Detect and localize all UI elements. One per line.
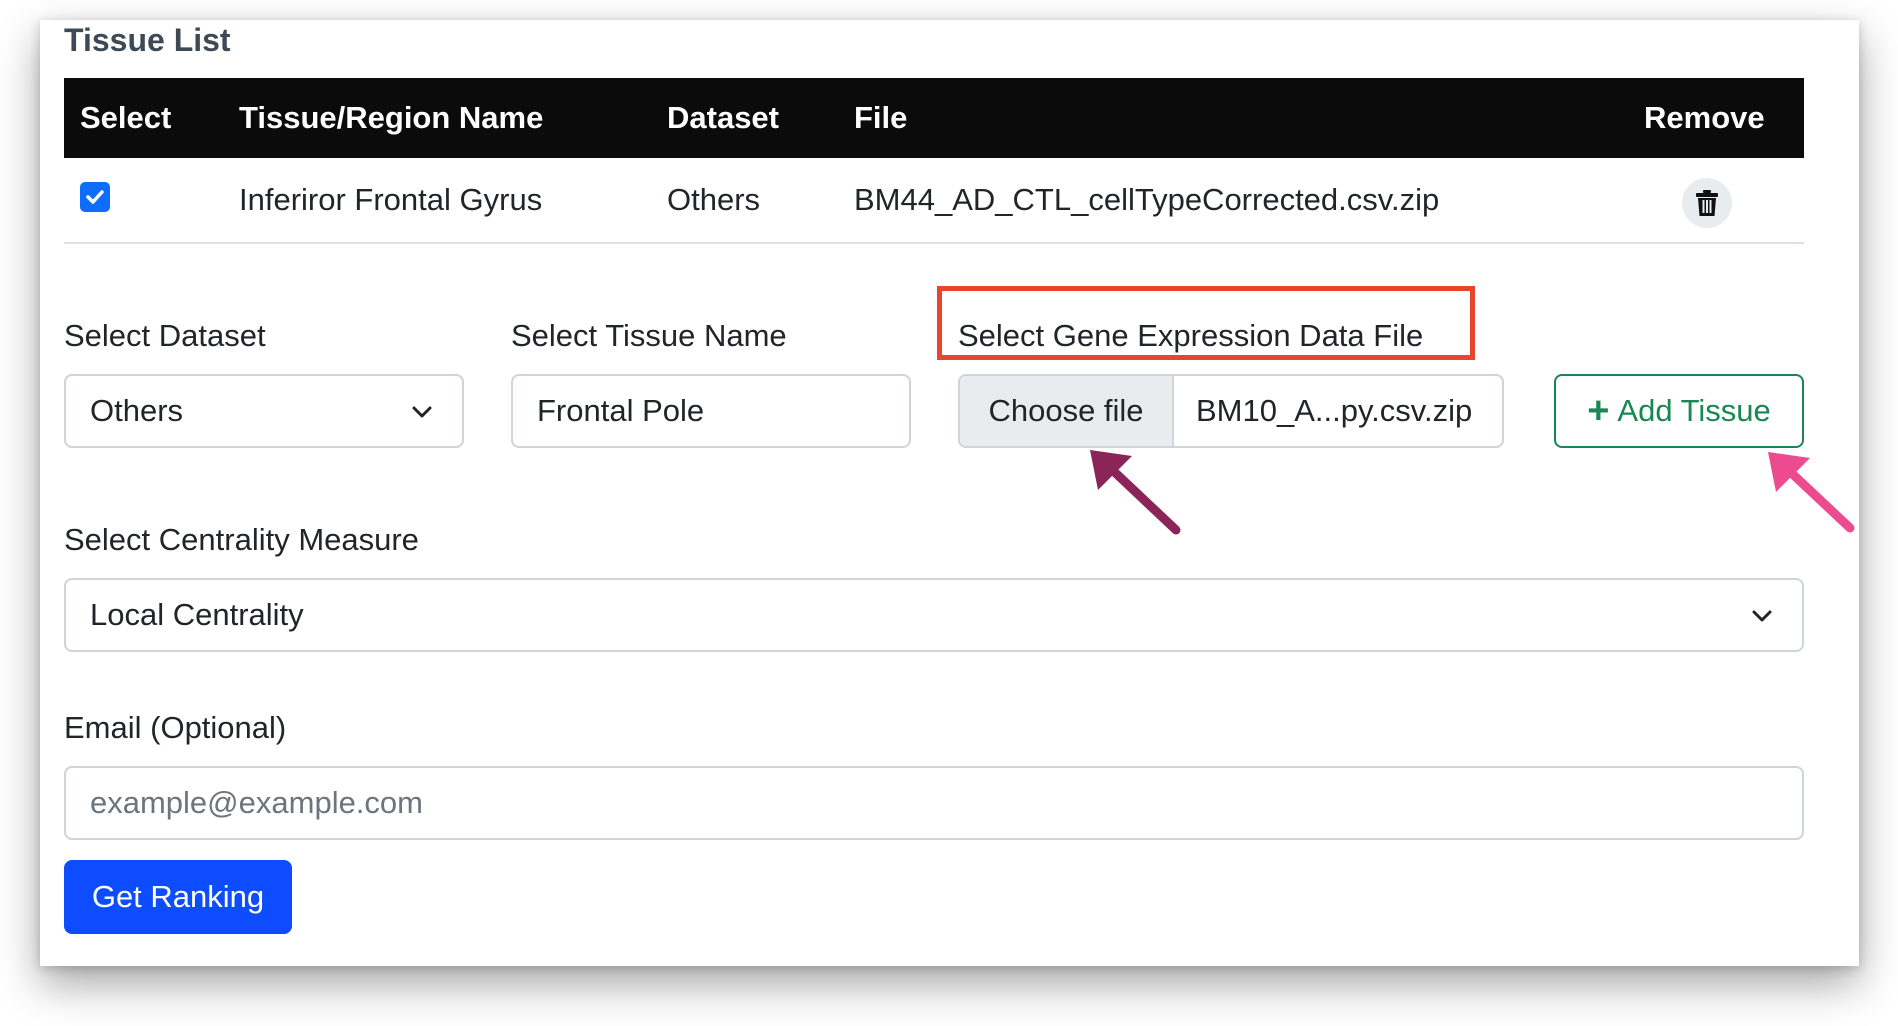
header-remove: Remove: [1644, 100, 1765, 135]
header-file: File: [854, 100, 908, 135]
header-select: Select: [80, 100, 172, 135]
table-header: Select Tissue/Region Name Dataset File R…: [64, 78, 1804, 158]
tissue-name-input[interactable]: Frontal Pole: [511, 374, 911, 448]
centrality-select-value: Local Centrality: [90, 597, 304, 632]
header-dataset: Dataset: [667, 100, 779, 135]
tissue-name-label: Select Tissue Name: [511, 318, 787, 353]
centrality-select[interactable]: Local Centrality: [64, 578, 1804, 652]
gene-expression-file-input[interactable]: Choose file BM10_A...py.csv.zip: [958, 374, 1504, 448]
centrality-label: Select Centrality Measure: [64, 522, 419, 557]
choose-file-button[interactable]: Choose file: [960, 376, 1174, 446]
add-tissue-button[interactable]: + Add Tissue: [1554, 374, 1804, 448]
arrow-annotation-dark: [1090, 450, 1181, 535]
table-row: Inferiror Frontal Gyrus Others BM44_AD_C…: [64, 158, 1804, 244]
email-field[interactable]: example@example.com: [64, 766, 1804, 840]
add-tissue-label: Add Tissue: [1617, 393, 1771, 428]
dataset-label: Select Dataset: [64, 318, 266, 353]
header-tissue-name: Tissue/Region Name: [239, 100, 544, 135]
remove-row-button[interactable]: [1682, 178, 1732, 228]
app-window: Tissue List Select Tissue/Region Name Da…: [40, 20, 1859, 966]
section-title: Tissue List: [64, 22, 231, 58]
arrow-annotation-pink: [1768, 452, 1855, 533]
trash-icon: [1696, 190, 1718, 216]
row-tissue-name: Inferiror Frontal Gyrus: [239, 182, 543, 217]
dataset-select-value: Others: [90, 393, 184, 428]
chevron-down-icon: [412, 406, 432, 418]
row-dataset: Others: [667, 182, 761, 217]
selected-file-name: BM10_A...py.csv.zip: [1196, 393, 1473, 428]
dataset-select[interactable]: Others: [64, 374, 464, 448]
checkbox-checked-icon[interactable]: [80, 182, 110, 212]
get-ranking-button[interactable]: Get Ranking: [64, 860, 292, 934]
chevron-down-icon: [1752, 610, 1772, 622]
email-placeholder: example@example.com: [90, 785, 423, 820]
tissue-name-value: Frontal Pole: [537, 393, 705, 428]
highlight-box: [937, 286, 1475, 360]
tissue-table: Select Tissue/Region Name Dataset File R…: [64, 78, 1804, 244]
row-file: BM44_AD_CTL_cellTypeCorrected.csv.zip: [854, 182, 1440, 217]
email-label: Email (Optional): [64, 710, 287, 745]
plus-icon: +: [1587, 390, 1610, 432]
